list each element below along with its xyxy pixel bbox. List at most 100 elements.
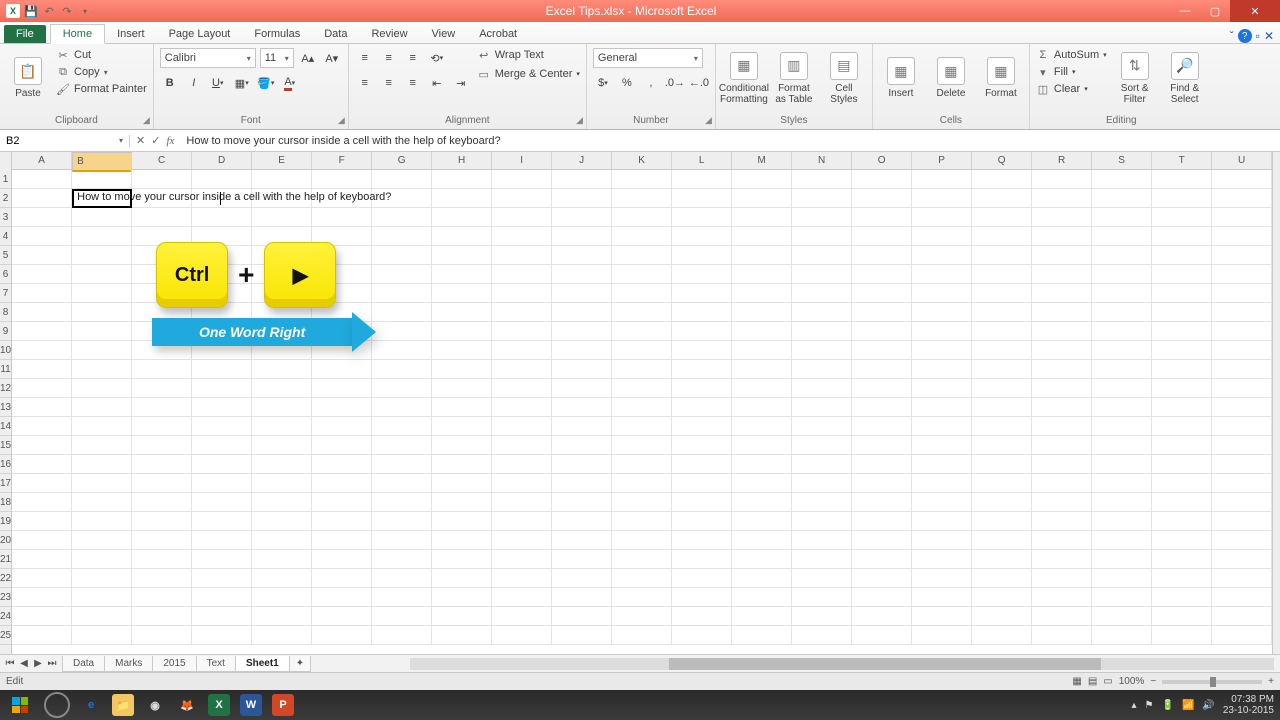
cut-button[interactable]: ✂Cut <box>56 48 147 62</box>
col-header[interactable]: M <box>732 152 792 169</box>
minimize-button[interactable]: — <box>1170 0 1200 22</box>
cell-b2-text[interactable]: How to move your cursor inside a cell wi… <box>74 189 394 205</box>
sheet-nav-last-icon[interactable]: ⏭ <box>46 658 58 669</box>
qat-more-icon[interactable]: ▾ <box>78 4 92 18</box>
chrome-icon[interactable]: ◉ <box>144 694 166 716</box>
tab-acrobat[interactable]: Acrobat <box>467 25 529 43</box>
col-header[interactable]: P <box>912 152 972 169</box>
italic-button[interactable]: I <box>184 73 204 93</box>
orientation-button[interactable]: ⟲▾ <box>427 48 447 68</box>
firefox-icon[interactable]: 🦊 <box>176 694 198 716</box>
tab-data[interactable]: Data <box>312 25 359 43</box>
cell-styles-button[interactable]: ▤Cell Styles <box>822 48 866 108</box>
cells-area[interactable] <box>12 170 1272 654</box>
col-header[interactable]: K <box>612 152 672 169</box>
col-header[interactable]: S <box>1092 152 1152 169</box>
sheet-nav-prev-icon[interactable]: ◀ <box>18 658 30 669</box>
grow-font-button[interactable]: A▴ <box>298 48 318 68</box>
comma-button[interactable]: , <box>641 73 661 93</box>
align-bottom-button[interactable]: ≡ <box>403 48 423 68</box>
alignment-launcher-icon[interactable]: ◢ <box>576 115 583 126</box>
border-button[interactable]: ▦▾ <box>232 73 252 93</box>
row-header[interactable]: 24 <box>0 607 11 626</box>
font-size-select[interactable]: 11▾ <box>260 48 294 68</box>
clear-button[interactable]: ◫Clear▾ <box>1036 82 1107 96</box>
tab-home[interactable]: Home <box>50 24 105 44</box>
bold-button[interactable]: B <box>160 73 180 93</box>
system-clock[interactable]: 07:38 PM 23-10-2015 <box>1223 694 1274 716</box>
ie-icon[interactable]: e <box>80 694 102 716</box>
battery-icon[interactable]: 🔋 <box>1161 700 1173 711</box>
align-top-button[interactable]: ≡ <box>355 48 375 68</box>
excel-taskbar-icon[interactable]: X <box>208 694 230 716</box>
align-right-button[interactable]: ≡ <box>403 73 423 93</box>
sheet-tab-data[interactable]: Data <box>62 656 105 672</box>
format-cells-button[interactable]: ▦Format <box>979 48 1023 108</box>
row-header[interactable]: 2 <box>0 189 11 208</box>
tab-pagelayout[interactable]: Page Layout <box>157 25 243 43</box>
col-header[interactable]: C <box>132 152 192 169</box>
cancel-edit-icon[interactable]: ✕ <box>136 134 145 147</box>
worksheet-grid[interactable]: /*rows filled below*/ 123456789101112131… <box>0 152 1280 654</box>
vertical-scrollbar[interactable] <box>1272 152 1280 654</box>
row-header[interactable]: 17 <box>0 474 11 493</box>
currency-button[interactable]: $▾ <box>593 73 613 93</box>
sheet-tab-2015[interactable]: 2015 <box>152 656 196 672</box>
row-header[interactable]: 10 <box>0 341 11 360</box>
decrease-decimal-button[interactable]: ←.0 <box>689 73 709 93</box>
row-header[interactable]: 3 <box>0 208 11 227</box>
font-family-select[interactable]: Calibri▾ <box>160 48 256 68</box>
view-pagebreak-icon[interactable]: ▭ <box>1103 676 1112 687</box>
align-left-button[interactable]: ≡ <box>355 73 375 93</box>
col-header[interactable]: T <box>1152 152 1212 169</box>
row-header[interactable]: 9 <box>0 322 11 341</box>
row-header[interactable]: 12 <box>0 379 11 398</box>
insert-cells-button[interactable]: ▦Insert <box>879 48 923 108</box>
sheet-nav-first-icon[interactable]: ⏮ <box>4 658 16 669</box>
close-workbook-icon[interactable]: ✕ <box>1264 29 1274 43</box>
insert-function-icon[interactable]: fx <box>166 135 174 147</box>
view-pagelayout-icon[interactable]: ▤ <box>1088 676 1097 687</box>
align-middle-button[interactable]: ≡ <box>379 48 399 68</box>
name-box[interactable]: B2▾ <box>0 135 130 147</box>
tray-up-icon[interactable]: ▴ <box>1131 700 1136 711</box>
row-header[interactable]: 8 <box>0 303 11 322</box>
network-icon[interactable]: 📶 <box>1182 700 1194 711</box>
format-as-table-button[interactable]: ▥Format as Table <box>772 48 816 108</box>
word-taskbar-icon[interactable]: W <box>240 694 262 716</box>
tab-view[interactable]: View <box>420 25 468 43</box>
tab-review[interactable]: Review <box>359 25 419 43</box>
close-button[interactable]: ✕ <box>1230 0 1280 22</box>
save-icon[interactable]: 💾 <box>24 4 38 18</box>
col-header[interactable]: I <box>492 152 552 169</box>
explorer-icon[interactable]: 📁 <box>112 694 134 716</box>
view-normal-icon[interactable]: ▦ <box>1072 676 1081 687</box>
underline-button[interactable]: U▾ <box>208 73 228 93</box>
row-header[interactable]: 20 <box>0 531 11 550</box>
tab-insert[interactable]: Insert <box>105 25 157 43</box>
tab-formulas[interactable]: Formulas <box>242 25 312 43</box>
volume-icon[interactable]: 🔊 <box>1202 700 1214 711</box>
autosum-button[interactable]: ΣAutoSum▾ <box>1036 48 1107 62</box>
format-painter-button[interactable]: 🖌Format Painter <box>56 82 147 96</box>
maximize-button[interactable]: ▢ <box>1200 0 1230 22</box>
zoom-out-button[interactable]: − <box>1150 676 1156 687</box>
clipboard-launcher-icon[interactable]: ◢ <box>143 115 150 126</box>
sheet-tab-sheet1[interactable]: Sheet1 <box>235 656 290 672</box>
col-header[interactable]: D <box>192 152 252 169</box>
tab-file[interactable]: File <box>4 25 46 43</box>
row-header[interactable]: 14 <box>0 417 11 436</box>
row-header[interactable]: 25 <box>0 626 11 645</box>
row-header[interactable]: 18 <box>0 493 11 512</box>
wrap-text-button[interactable]: ↩Wrap Text <box>477 48 580 62</box>
redo-icon[interactable]: ↷ <box>60 4 74 18</box>
row-header[interactable]: 5 <box>0 246 11 265</box>
fill-button[interactable]: ▾Fill▾ <box>1036 65 1107 79</box>
col-header[interactable]: O <box>852 152 912 169</box>
paste-button[interactable]: 📋 Paste <box>6 48 50 108</box>
row-header[interactable]: 1 <box>0 170 11 189</box>
row-header[interactable]: 13 <box>0 398 11 417</box>
sheet-tab-marks[interactable]: Marks <box>104 656 153 672</box>
number-launcher-icon[interactable]: ◢ <box>705 115 712 126</box>
col-header[interactable]: F <box>312 152 372 169</box>
